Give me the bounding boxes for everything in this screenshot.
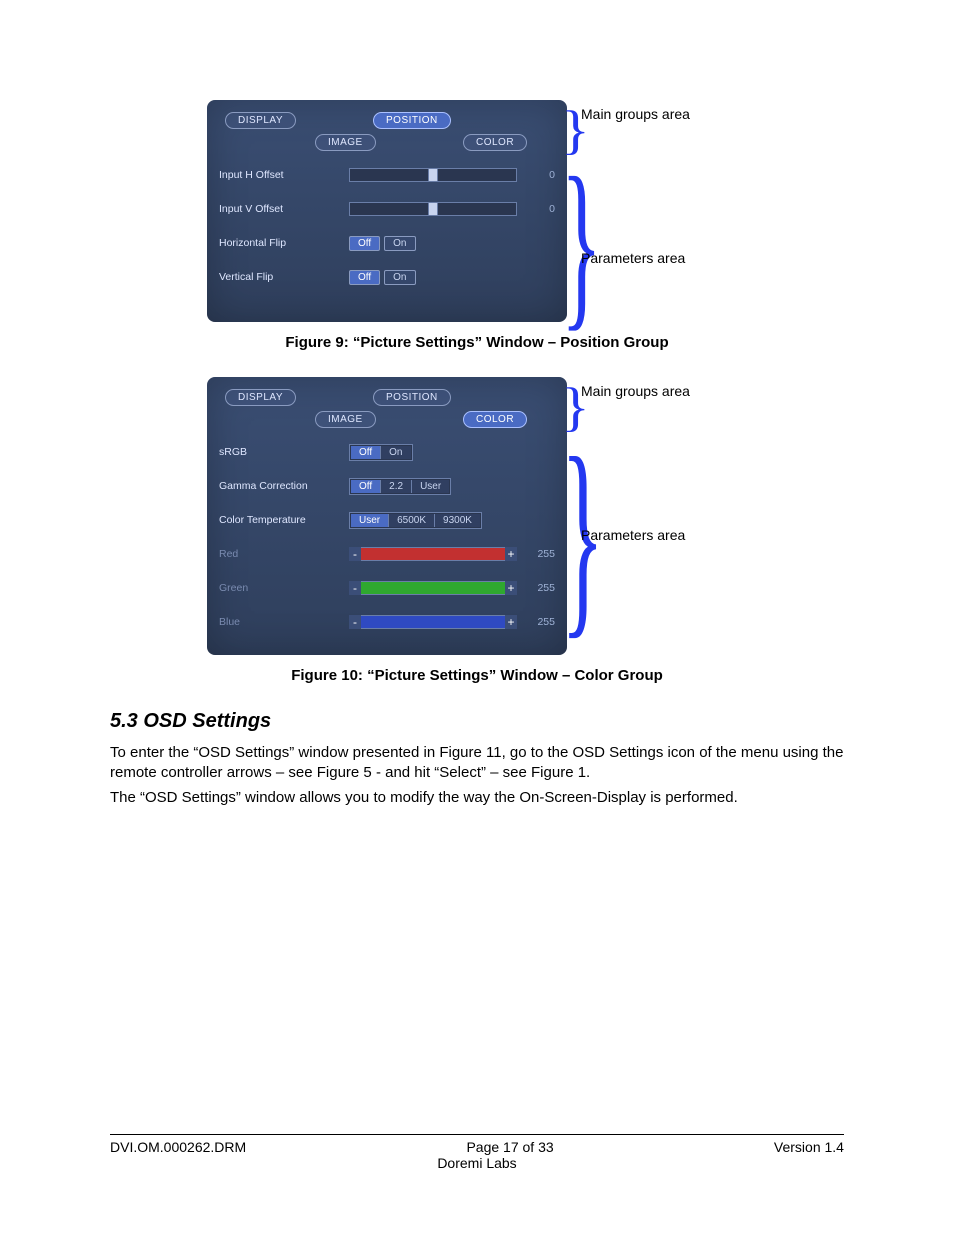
osd-panel-color: DISPLAY POSITION IMAGE COLOR sRGB Off On… — [207, 377, 567, 655]
label-green: Green — [219, 582, 349, 594]
slider-green[interactable]: -+ — [349, 581, 517, 595]
value-green: 255 — [525, 582, 555, 594]
figure-9-caption: Figure 9: “Picture Settings” Window – Po… — [110, 334, 844, 351]
row-red: Red -+ 255 — [219, 537, 555, 571]
label-v-offset: Input V Offset — [219, 203, 349, 215]
ctemp-user[interactable]: User — [351, 514, 388, 527]
figure-10: DISPLAY POSITION IMAGE COLOR sRGB Off On… — [110, 377, 844, 655]
ctemp-6500k[interactable]: 6500K — [388, 514, 434, 527]
tab-position[interactable]: POSITION — [373, 389, 451, 406]
row-horizontal-flip: Horizontal Flip Off On — [219, 226, 555, 260]
tab-display[interactable]: DISPLAY — [225, 112, 296, 129]
label-v-flip: Vertical Flip — [219, 271, 349, 283]
page-footer: DVI.OM.000262.DRM Page 17 of 33 Version … — [110, 1134, 844, 1171]
section-para-2: The “OSD Settings” window allows you to … — [110, 788, 844, 808]
hflip-on[interactable]: On — [384, 236, 415, 251]
row-vertical-flip: Vertical Flip Off On — [219, 260, 555, 294]
label-red: Red — [219, 548, 349, 560]
row-input-v-offset: Input V Offset 0 — [219, 192, 555, 226]
slider-red[interactable]: -+ — [349, 547, 517, 561]
slider-v-offset[interactable] — [349, 202, 517, 216]
ctemp-9300k[interactable]: 9300K — [434, 514, 480, 527]
value-blue: 255 — [525, 616, 555, 628]
figure-10-caption: Figure 10: “Picture Settings” Window – C… — [110, 667, 844, 684]
row-srgb: sRGB Off On — [219, 435, 555, 469]
value-h-offset: 0 — [525, 169, 555, 181]
row-blue: Blue -+ 255 — [219, 605, 555, 639]
gamma-user[interactable]: User — [411, 480, 449, 493]
slider-blue[interactable]: -+ — [349, 615, 517, 629]
label-srgb: sRGB — [219, 446, 349, 458]
tab-position[interactable]: POSITION — [373, 112, 451, 129]
tab-color[interactable]: COLOR — [463, 411, 527, 428]
label-gamma: Gamma Correction — [219, 480, 349, 492]
figure-9: DISPLAY POSITION IMAGE COLOR Input H Off… — [110, 100, 844, 322]
hflip-off[interactable]: Off — [349, 236, 380, 251]
footer-right: Version 1.4 — [774, 1139, 844, 1155]
anno-main-groups: Main groups area — [581, 106, 690, 122]
footer-sub: Doremi Labs — [110, 1155, 844, 1171]
anno-main-groups: Main groups area — [581, 383, 690, 399]
footer-left: DVI.OM.000262.DRM — [110, 1139, 246, 1155]
tab-image[interactable]: IMAGE — [315, 134, 376, 151]
gamma-2-2[interactable]: 2.2 — [380, 480, 411, 493]
value-v-offset: 0 — [525, 203, 555, 215]
srgb-toggle[interactable]: Off On — [349, 444, 413, 461]
label-h-offset: Input H Offset — [219, 169, 349, 181]
anno-parameters: Parameters area — [581, 250, 685, 266]
section-heading: 5.3 OSD Settings — [110, 710, 844, 733]
label-h-flip: Horizontal Flip — [219, 237, 349, 249]
label-color-temp: Color Temperature — [219, 514, 349, 526]
footer-center: Page 17 of 33 — [466, 1139, 553, 1155]
srgb-off[interactable]: Off — [351, 446, 380, 459]
vflip-off[interactable]: Off — [349, 270, 380, 285]
tab-color[interactable]: COLOR — [463, 134, 527, 151]
osd-tabs-10: DISPLAY POSITION IMAGE COLOR — [219, 387, 555, 435]
tab-image[interactable]: IMAGE — [315, 411, 376, 428]
ctemp-select[interactable]: User 6500K 9300K — [349, 512, 482, 529]
osd-tabs: DISPLAY POSITION IMAGE COLOR — [219, 110, 555, 158]
slider-h-offset[interactable] — [349, 168, 517, 182]
srgb-on[interactable]: On — [380, 446, 410, 459]
gamma-select[interactable]: Off 2.2 User — [349, 478, 451, 495]
vflip-on[interactable]: On — [384, 270, 415, 285]
anno-parameters: Parameters area — [581, 527, 685, 543]
row-input-h-offset: Input H Offset 0 — [219, 158, 555, 192]
value-red: 255 — [525, 548, 555, 560]
row-gamma: Gamma Correction Off 2.2 User — [219, 469, 555, 503]
tab-display[interactable]: DISPLAY — [225, 389, 296, 406]
gamma-off[interactable]: Off — [351, 480, 380, 493]
label-blue: Blue — [219, 616, 349, 628]
row-color-temp: Color Temperature User 6500K 9300K — [219, 503, 555, 537]
row-green: Green -+ 255 — [219, 571, 555, 605]
section-para-1: To enter the “OSD Settings” window prese… — [110, 743, 844, 784]
osd-panel-position: DISPLAY POSITION IMAGE COLOR Input H Off… — [207, 100, 567, 322]
